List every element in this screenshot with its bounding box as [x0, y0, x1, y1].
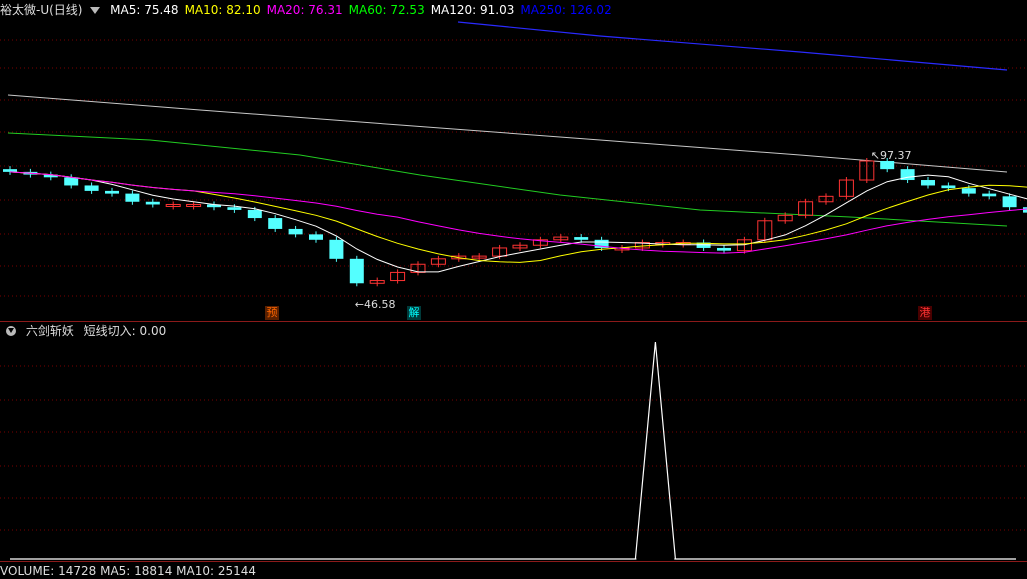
candle-down — [64, 177, 79, 186]
candle-down — [309, 234, 323, 240]
candle-down — [961, 188, 976, 194]
sub-panel-header: 六剑斩妖 短线切入: 0.00 — [0, 323, 172, 339]
event-tag[interactable]: 预 — [265, 306, 279, 320]
ma5-line — [9, 171, 1027, 273]
bottom-panel-header: VOLUME: 14728 MA5: 18814 MA10: 25144 — [0, 563, 262, 579]
volume-label: VOLUME: 14728 MA5: 18814 MA10: 25144 — [0, 564, 257, 578]
candle-down — [145, 201, 160, 205]
sub-panel-value: 短线切入: 0.00 — [83, 324, 167, 338]
candle-down — [125, 193, 140, 202]
candle-down — [247, 209, 262, 219]
high-price-label: ↖97.37 — [871, 149, 912, 162]
candle-down — [349, 258, 364, 284]
signal-line — [10, 341, 1016, 560]
chevron-down-icon[interactable] — [6, 326, 16, 336]
candle-down — [921, 180, 935, 186]
panel-divider — [0, 561, 1027, 562]
candle-down — [288, 228, 303, 235]
sub-panel-title: 六剑斩妖 — [25, 324, 74, 338]
candle-down — [329, 239, 344, 259]
candle-down — [105, 190, 119, 194]
candle-down — [717, 247, 731, 251]
price-chart[interactable]: ↖97.37 ←46.58 — [0, 0, 1027, 571]
ma120-line — [7, 94, 1008, 173]
candle-down — [1002, 196, 1017, 208]
ma10-line — [9, 171, 1027, 263]
ma250-line — [457, 21, 1008, 71]
candle-down — [941, 185, 956, 189]
candle-down — [227, 207, 242, 210]
candle-down — [268, 218, 283, 229]
candle-down — [982, 193, 997, 197]
candle-down — [880, 161, 895, 170]
candle-down — [574, 237, 589, 240]
ma60-line — [7, 132, 1008, 227]
low-price-label: ←46.58 — [355, 298, 396, 311]
event-tag[interactable]: 解 — [407, 306, 421, 320]
candle-down — [3, 169, 17, 172]
panel-divider — [0, 321, 1027, 322]
candle-down — [84, 185, 99, 191]
event-tag[interactable]: 港 — [918, 306, 932, 320]
candle-down — [1023, 207, 1027, 213]
